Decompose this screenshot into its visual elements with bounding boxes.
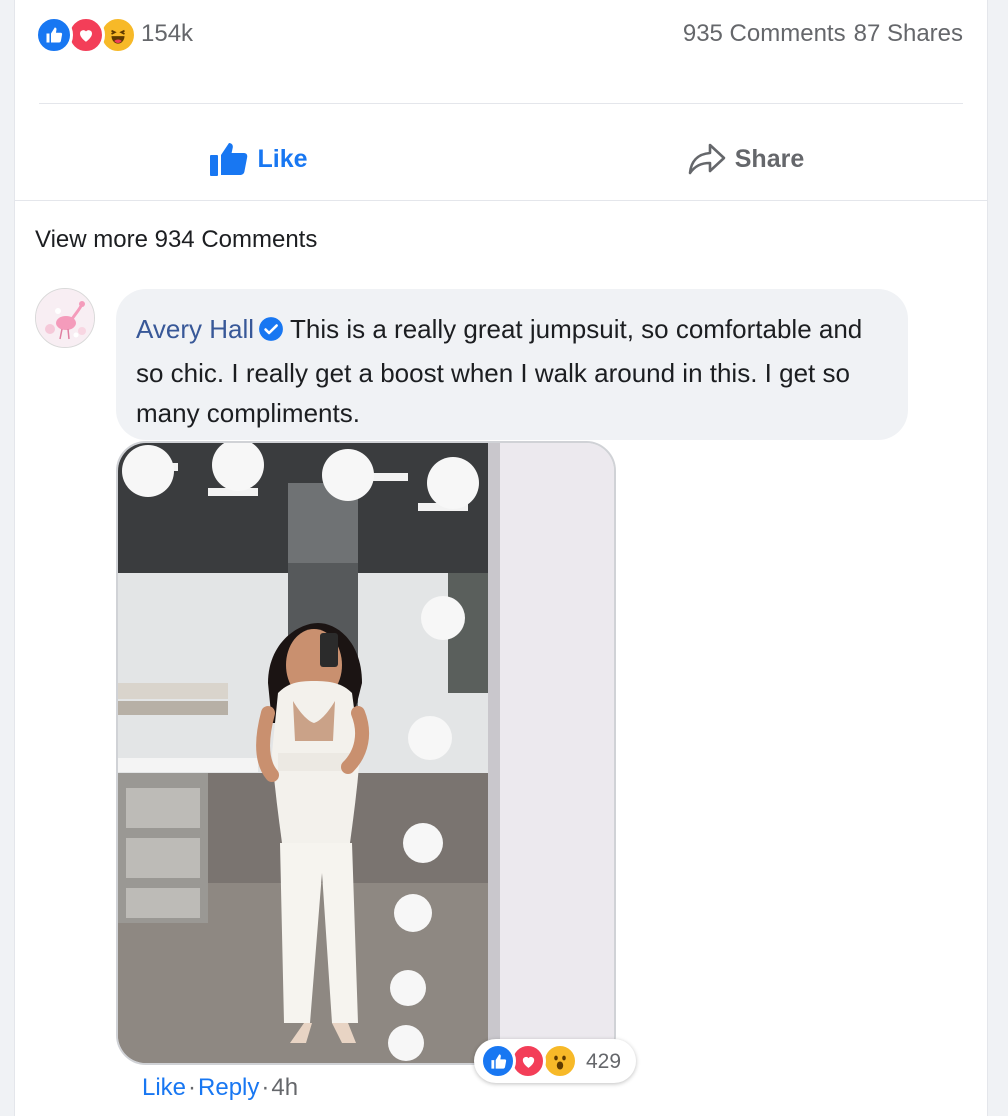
like-reaction-icon [480, 1043, 516, 1079]
separator-dot: · [261, 1074, 270, 1101]
post-actions: Like Share [15, 120, 987, 200]
share-arrow-icon [688, 143, 726, 175]
verified-badge-icon [258, 313, 284, 353]
view-more-comments-link[interactable]: View more 934 Comments [35, 226, 317, 254]
comment-timestamp[interactable]: 4h [271, 1074, 298, 1101]
comment-author[interactable]: Avery Hall [136, 314, 254, 344]
shares-count-link[interactable]: 87 Shares [854, 20, 963, 47]
thumbs-up-icon [210, 143, 248, 176]
wow-reaction-icon [542, 1043, 578, 1079]
reactions-summary: 154k 935 Comments 87 Shares [35, 14, 963, 56]
like-reaction-icon [35, 16, 73, 54]
comment-reactions[interactable]: 429 [474, 1039, 636, 1083]
comments-count-link[interactable]: 935 Comments [683, 20, 846, 47]
divider [15, 200, 987, 201]
comment-bubble: Avery Hall This is a really great jumpsui… [116, 289, 908, 440]
divider [39, 103, 963, 104]
reaction-count[interactable]: 154k [141, 20, 193, 48]
avatar[interactable] [35, 288, 95, 348]
separator-dot: · [188, 1074, 197, 1101]
share-label: Share [734, 144, 805, 173]
post-card: 154k 935 Comments 87 Shares Like Share Vi… [14, 0, 988, 1116]
comment-photo[interactable] [116, 441, 616, 1065]
comment-reply-link[interactable]: Reply [198, 1074, 259, 1101]
comment-actions: Like·Reply·4h [142, 1074, 298, 1102]
share-button[interactable]: Share [502, 120, 989, 198]
like-label: Like [257, 144, 308, 173]
comment-like-link[interactable]: Like [142, 1074, 186, 1101]
comment-reaction-count: 429 [586, 1050, 622, 1073]
engagement-counts: 935 Comments 87 Shares [683, 20, 963, 48]
like-button[interactable]: Like [15, 120, 502, 198]
reaction-icons[interactable] [35, 16, 145, 54]
